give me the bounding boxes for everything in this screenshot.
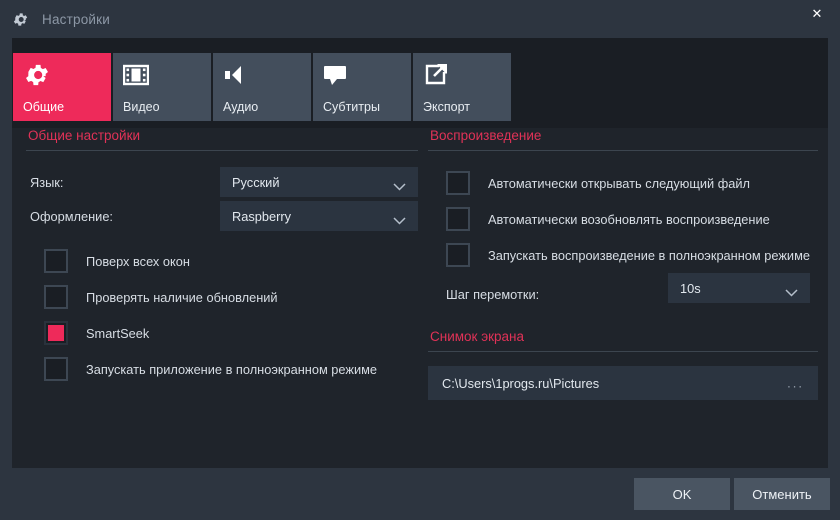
browse-button[interactable]: ... [787,376,804,391]
playback-settings-column: Воспроизведение Автоматически открывать … [428,128,818,400]
divider [26,150,418,151]
checkbox-check-updates[interactable]: Проверять наличие обновлений [26,279,418,315]
checkbox-playback-fullscreen[interactable]: Запускать воспроизведение в полноэкранно… [428,237,818,273]
checkbox-smartseek[interactable]: SmartSeek [26,315,418,351]
settings-content: Общие настройки Язык: Русский Оформление… [12,128,828,468]
divider [428,351,818,352]
checkbox-box[interactable] [446,243,470,267]
tab-strip: Общие Видео Аудио Субтитры Экспорт [12,38,828,128]
settings-window: Настройки ✕ Общие Видео Аудио Субтитры Э… [0,0,840,520]
theme-dropdown[interactable]: Raspberry [220,201,418,231]
checkbox-box[interactable] [44,249,68,273]
tab-label: Субтитры [323,100,380,114]
language-row: Язык: Русский [26,165,418,199]
language-value: Русский [232,174,280,190]
window-title: Настройки [42,11,110,27]
tab-export[interactable]: Экспорт [413,53,511,121]
settings-panel: Общие Видео Аудио Субтитры Экспорт Общие… [12,38,828,468]
checkbox-box[interactable] [44,321,68,345]
checkbox-label: Запускать приложение в полноэкранном реж… [86,361,378,377]
checkbox-label: Запускать воспроизведение в полноэкранно… [488,247,810,263]
film-icon [123,61,153,89]
theme-row: Оформление: Raspberry [26,199,418,233]
general-settings-column: Общие настройки Язык: Русский Оформление… [26,128,418,387]
language-dropdown[interactable]: Русский [220,167,418,197]
checkbox-auto-open-next[interactable]: Автоматически открывать следующий файл [428,165,818,201]
tab-label: Видео [123,100,160,114]
titlebar: Настройки ✕ [0,0,840,38]
divider [428,150,818,151]
checkbox-label: SmartSeek [86,325,150,341]
chevron-down-icon [393,178,406,191]
tab-video[interactable]: Видео [113,53,211,121]
export-arrow-icon [423,61,453,89]
seek-step-value: 10s [680,280,701,296]
checkbox-label: Поверх всех окон [86,253,190,269]
tab-audio[interactable]: Аудио [213,53,311,121]
close-icon[interactable]: ✕ [794,0,840,28]
theme-value: Raspberry [232,208,292,224]
checkbox-start-fullscreen[interactable]: Запускать приложение в полноэкранном реж… [26,351,418,387]
checkbox-always-on-top[interactable]: Поверх всех окон [26,243,418,279]
tab-label: Экспорт [423,100,470,114]
checkbox-auto-resume[interactable]: Автоматически возобновлять воспроизведен… [428,201,818,237]
tab-label: Аудио [223,100,259,114]
section-title-screenshot: Снимок экрана [430,329,524,344]
chevron-down-icon [393,212,406,225]
theme-label: Оформление: [30,208,113,224]
checkbox-box[interactable] [44,357,68,381]
seek-step-dropdown[interactable]: 10s [668,273,810,303]
checkbox-box[interactable] [446,171,470,195]
tab-subtitles[interactable]: Субтитры [313,53,411,121]
seek-step-row: Шаг перемотки: 10s [428,273,818,315]
tab-label: Общие [23,100,65,114]
speaker-icon [223,61,253,89]
gear-icon [10,9,30,29]
chevron-down-icon [785,284,798,297]
footer: OK Отменить [0,468,840,520]
screenshot-path-field[interactable]: C:\Users\1progs.ru\Pictures ... [428,366,818,400]
ok-button[interactable]: OK [634,478,730,510]
checkbox-label: Автоматически открывать следующий файл [488,175,751,191]
section-title-general: Общие настройки [28,128,141,143]
speech-bubble-icon [323,61,353,89]
seek-step-label: Шаг перемотки: [446,286,540,302]
cancel-button[interactable]: Отменить [734,478,830,510]
gear-icon [23,61,53,89]
checkbox-box[interactable] [446,207,470,231]
language-label: Язык: [30,174,64,190]
tab-general[interactable]: Общие [13,53,111,121]
checkbox-box[interactable] [44,285,68,309]
checkbox-label: Автоматически возобновлять воспроизведен… [488,211,770,227]
checkbox-label: Проверять наличие обновлений [86,289,278,305]
screenshot-path-value: C:\Users\1progs.ru\Pictures [442,375,600,391]
section-title-playback: Воспроизведение [430,128,542,143]
